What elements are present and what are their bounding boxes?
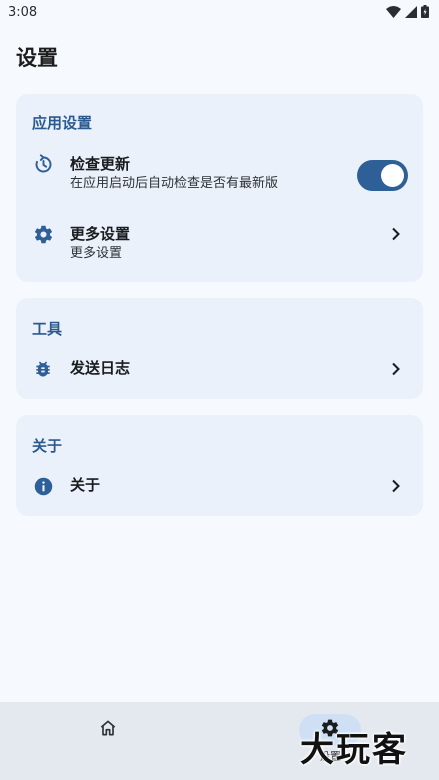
settings-screen: 3:08 设置 应用设置 检查更新 在应用启动后自动检查是否有最新版 更多设置 … [0,0,439,780]
bug-icon [32,358,54,380]
watermark: 大玩客 [300,730,408,770]
nav-pill-home [77,714,139,746]
check-update-subtitle: 在应用启动后自动检查是否有最新版 [70,176,279,191]
tools-header: 工具 [32,320,63,338]
info-icon [32,475,54,497]
toggle-knob [381,164,404,187]
status-time: 3:08 [8,4,38,20]
chevron-right-icon [389,479,403,493]
about-card: 关于 关于 [16,415,423,516]
check-update-toggle[interactable] [357,160,408,191]
check-update-title: 检查更新 [70,155,131,173]
status-bar: 3:08 [0,0,439,24]
send-log-title: 发送日志 [70,359,131,377]
more-settings-title: 更多设置 [70,225,131,243]
about-title: 关于 [70,476,101,494]
chevron-right-icon [389,227,403,241]
status-icons [386,3,429,22]
about-header: 关于 [32,437,63,455]
home-icon [98,718,118,742]
app-settings-card: 应用设置 检查更新 在应用启动后自动检查是否有最新版 更多设置 更多设置 [16,94,423,282]
chevron-right-icon [389,362,403,376]
page-title: 设置 [16,46,58,70]
cell-signal-icon [405,3,417,22]
send-log-row[interactable]: 发送日志 [16,356,423,382]
more-settings-row[interactable]: 更多设置 更多设置 [16,220,423,266]
battery-icon [421,3,429,22]
about-row[interactable]: 关于 [16,473,423,499]
tools-card: 工具 发送日志 [16,298,423,399]
check-update-row[interactable]: 检查更新 在应用启动后自动检查是否有最新版 [16,150,423,196]
nav-item-home[interactable] [48,714,168,772]
gear-icon [32,223,54,245]
app-settings-header: 应用设置 [32,114,93,132]
update-icon [32,153,54,175]
wifi-icon [386,3,401,22]
more-settings-subtitle: 更多设置 [70,246,123,261]
